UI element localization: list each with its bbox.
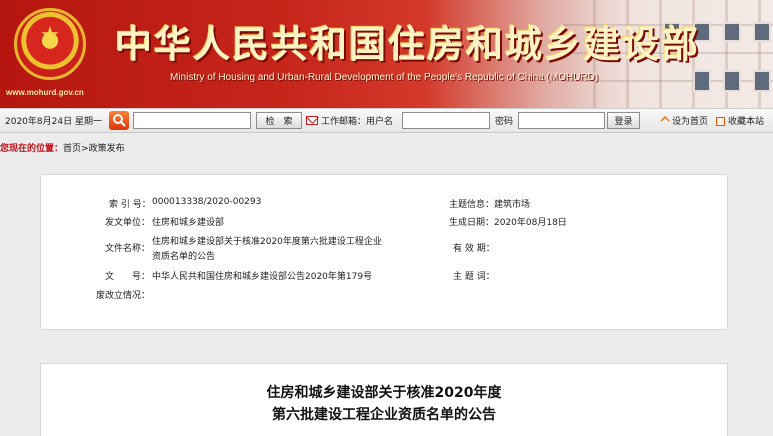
docno-value: 中华人民共和国住房和城乡建设部公告2020年第179号 <box>152 272 373 282</box>
topic-label: 主题信息： <box>449 200 495 210</box>
filename-label: 文件名称： <box>105 244 151 254</box>
set-home-link[interactable]: 设为首页 <box>672 114 708 127</box>
topic-value: 建筑市场 <box>494 200 531 210</box>
home-icon <box>660 116 670 122</box>
status-label: 废改立情况： <box>96 291 151 301</box>
top-toolbar: 2020年8月24日 星期一 检 索 工作邮箱：用户名 密码 登录 设为首页 收… <box>0 108 773 133</box>
password-input[interactable] <box>518 112 605 129</box>
search-input[interactable] <box>133 112 251 129</box>
mail-icon <box>306 116 318 125</box>
current-date: 2020年8月24日 星期一 <box>5 117 102 127</box>
login-button[interactable]: 登录 <box>607 112 640 129</box>
issuer-label: 发文单位： <box>105 218 151 228</box>
favorite-link[interactable]: 收藏本站 <box>728 114 764 127</box>
breadcrumb-prefix: 您现在的位置： <box>0 144 64 154</box>
national-emblem-icon: ★ <box>14 8 86 80</box>
favorite-icon <box>716 117 725 126</box>
username-input[interactable] <box>402 112 490 129</box>
breadcrumb-current[interactable]: 政策发布 <box>89 144 125 154</box>
docno-label: 文 号： <box>105 272 151 282</box>
breadcrumb: 您现在的位置：首页>政策发布 <box>0 141 125 154</box>
date-value: 2020年08月18日 <box>494 218 567 228</box>
article-title-line2: 第六批建设工程企业资质名单的公告 <box>272 407 496 423</box>
banner-title: 中华人民共和国住房和城乡建设部 <box>115 22 700 66</box>
site-banner: ★ www.mohurd.gov.cn 中华人民共和国住房和城乡建设部 Mini… <box>0 0 773 108</box>
document-info-card: 索 引 号： 000013338/2020-00293 主题信息： 建筑市场 发… <box>40 174 728 330</box>
search-icon <box>109 111 129 130</box>
breadcrumb-separator: > <box>81 144 89 154</box>
article-card: 住房和城乡建设部关于核准2020年度 第六批建设工程企业资质名单的公告 <box>40 363 728 436</box>
banner-subtitle: Ministry of Housing and Urban-Rural Deve… <box>170 72 599 83</box>
issuer-value: 住房和城乡建设部 <box>152 218 225 228</box>
search-button[interactable]: 检 索 <box>256 112 302 129</box>
breadcrumb-home[interactable]: 首页 <box>63 144 81 154</box>
keywords-label: 主 题 词： <box>453 272 495 282</box>
site-url: www.mohurd.gov.cn <box>6 88 84 97</box>
filename-value-line1: 住房和城乡建设部关于核准2020年度第六批建设工程企业 <box>152 237 382 247</box>
filename-value-line2: 资质名单的公告 <box>152 252 216 262</box>
index-value: 000013338/2020-00293 <box>152 197 262 207</box>
mail-label: 工作邮箱：用户名 <box>321 117 394 127</box>
validity-label: 有 效 期： <box>453 244 495 254</box>
date-label: 生成日期： <box>449 218 495 228</box>
article-title-line1: 住房和城乡建设部关于核准2020年度 <box>266 385 502 401</box>
index-label: 索 引 号： <box>109 200 151 210</box>
password-label: 密码 <box>495 117 514 127</box>
